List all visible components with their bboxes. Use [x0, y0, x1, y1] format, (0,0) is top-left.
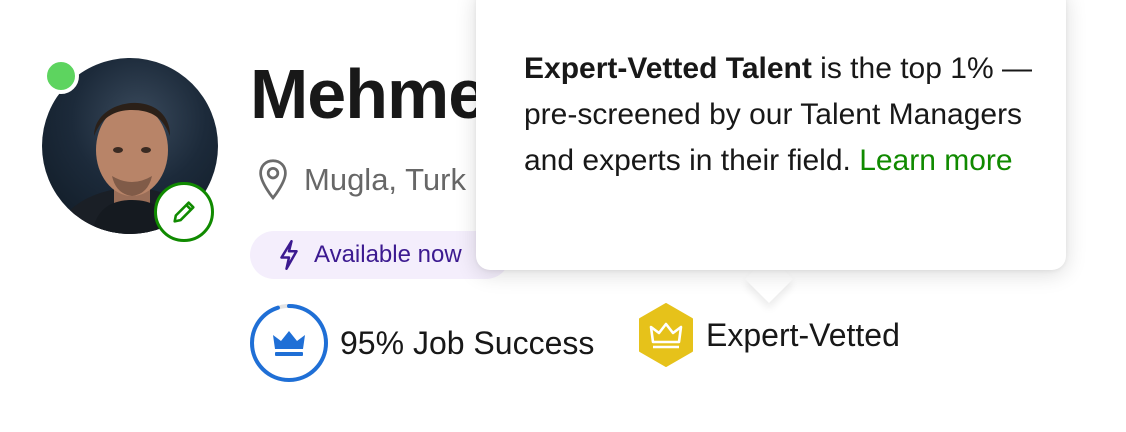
- location-text: Mugla, Turk: [304, 162, 466, 197]
- hexagon-crown-icon: [639, 303, 693, 367]
- location-pin-icon: [259, 159, 287, 201]
- job-success-label: 95% Job Success: [340, 324, 595, 361]
- profile-header: Mehme Mugla, Turk Available now 95% Job …: [0, 0, 1126, 432]
- expert-vetted-stat[interactable]: Expert-Vetted: [636, 302, 900, 368]
- expert-vetted-label: Expert-Vetted: [706, 316, 900, 353]
- pencil-icon: [173, 201, 195, 223]
- location: Mugla, Turk: [256, 158, 466, 202]
- edit-photo-button[interactable]: [154, 182, 214, 242]
- availability-badge[interactable]: Available now: [250, 231, 510, 279]
- online-status-indicator: [43, 58, 79, 94]
- avatar-container: [42, 58, 218, 242]
- expert-vetted-tooltip: Expert-Vetted Talent is the top 1% — pre…: [476, 0, 1066, 270]
- tooltip-text: Expert-Vetted Talent is the top 1% — pre…: [524, 46, 1036, 184]
- learn-more-link[interactable]: Learn more: [859, 144, 1012, 177]
- profile-name: Mehme: [250, 55, 487, 133]
- availability-text: Available now: [314, 241, 462, 268]
- tooltip-title: Expert-Vetted Talent: [524, 52, 812, 85]
- lightning-bolt-icon: [280, 240, 298, 270]
- job-success-ring: [250, 304, 328, 382]
- job-success-stat[interactable]: 95% Job Success: [248, 302, 594, 384]
- crown-icon: [273, 331, 305, 356]
